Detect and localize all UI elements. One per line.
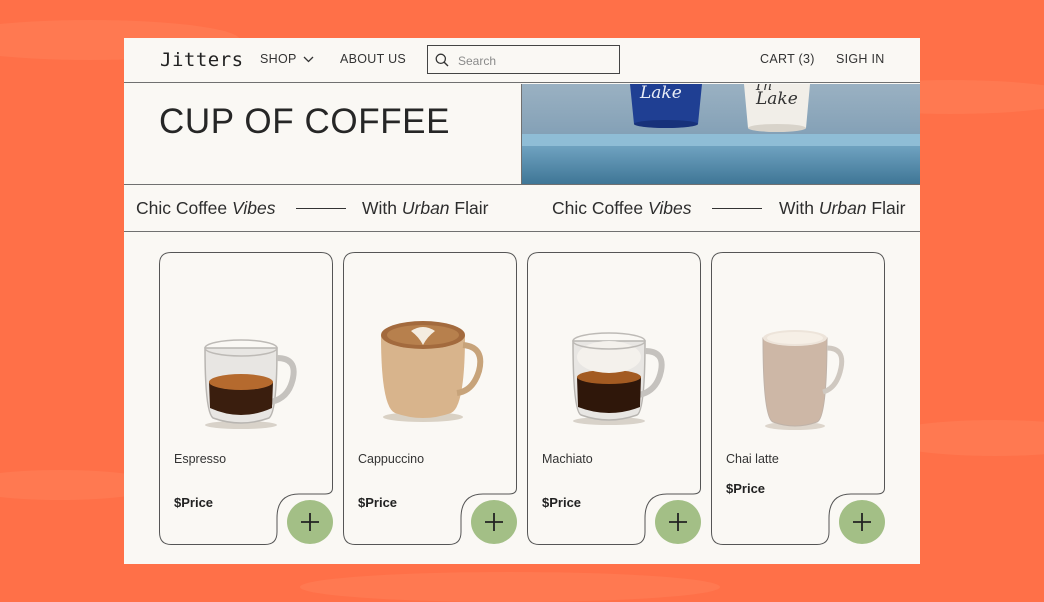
- product-price: $Price: [726, 481, 766, 496]
- product-name: Chai latte: [726, 452, 779, 466]
- marquee-item: With Urban Flair: [362, 198, 488, 219]
- product-card-cappuccino[interactable]: Cappuccino $Price: [343, 252, 517, 545]
- search-box: [427, 45, 620, 74]
- product-card-espresso[interactable]: Espresso $Price: [159, 252, 333, 545]
- marquee-item: Chic Coffee Vibes: [552, 198, 691, 219]
- marquee-text-italic: Urban: [401, 198, 450, 218]
- product-card-machiato[interactable]: Machiato $Price: [527, 252, 701, 545]
- espresso-image: [204, 339, 297, 429]
- product-price: $Price: [174, 495, 214, 510]
- hero-image: Lake Lake Th: [522, 84, 920, 184]
- svg-text:Th: Th: [754, 84, 772, 94]
- shop-menu[interactable]: SHOP: [260, 52, 314, 66]
- svg-text:Lake: Lake: [639, 84, 682, 103]
- marquee-text-after: Flair: [866, 198, 906, 218]
- add-to-cart-button[interactable]: [287, 500, 333, 544]
- hero-title: CUP OF COFFEE: [159, 102, 451, 141]
- cappuccino-image: [381, 321, 484, 422]
- web-page: Jitters SHOP ABOUT US CART (3) SIGH IN C…: [124, 38, 920, 564]
- marquee-text-italic: Vibes: [231, 198, 276, 218]
- marquee-text-plain: Chic Coffee: [136, 198, 232, 218]
- add-to-cart-button[interactable]: [839, 500, 885, 544]
- add-to-cart-button[interactable]: [655, 500, 701, 544]
- sign-in-link[interactable]: SIGH IN: [836, 52, 885, 66]
- marquee-text-after: Flair: [449, 198, 489, 218]
- marquee-item: Chic Coffee Vibes: [136, 198, 275, 219]
- search-icon: [435, 53, 449, 67]
- chevron-down-icon: [303, 56, 314, 63]
- shop-label: SHOP: [260, 52, 297, 66]
- marquee-text-plain: With: [362, 198, 402, 218]
- background-streak: [300, 572, 720, 602]
- marquee-item: With Urban Flair: [779, 198, 905, 219]
- logo[interactable]: Jitters: [160, 49, 244, 71]
- marquee-text-plain: With: [779, 198, 819, 218]
- product-card-chai-latte[interactable]: Chai latte $Price: [711, 252, 885, 545]
- chai-latte-image: [762, 330, 845, 430]
- plus-icon: [669, 513, 687, 531]
- marquee-separator: [296, 208, 346, 209]
- hero-divider: [124, 184, 920, 185]
- marquee-divider: [124, 231, 920, 232]
- plus-icon: [485, 513, 503, 531]
- add-to-cart-button[interactable]: [471, 500, 517, 544]
- product-name: Machiato: [542, 452, 593, 466]
- marquee-separator: [712, 208, 762, 209]
- plus-icon: [301, 513, 319, 531]
- plus-icon: [853, 513, 871, 531]
- cart-link[interactable]: CART (3): [760, 52, 815, 66]
- product-name: Espresso: [174, 452, 227, 466]
- product-price: $Price: [358, 495, 398, 510]
- marquee-text-plain: Chic Coffee: [552, 198, 648, 218]
- product-price: $Price: [542, 495, 582, 510]
- marquee-text-italic: Urban: [818, 198, 867, 218]
- search-input[interactable]: [456, 50, 615, 71]
- top-navigation: Jitters SHOP ABOUT US CART (3) SIGH IN: [124, 38, 920, 83]
- machiato-image: [572, 332, 665, 425]
- about-us-link[interactable]: ABOUT US: [340, 52, 406, 66]
- product-name: Cappuccino: [358, 452, 425, 466]
- marquee-text-italic: Vibes: [647, 198, 692, 218]
